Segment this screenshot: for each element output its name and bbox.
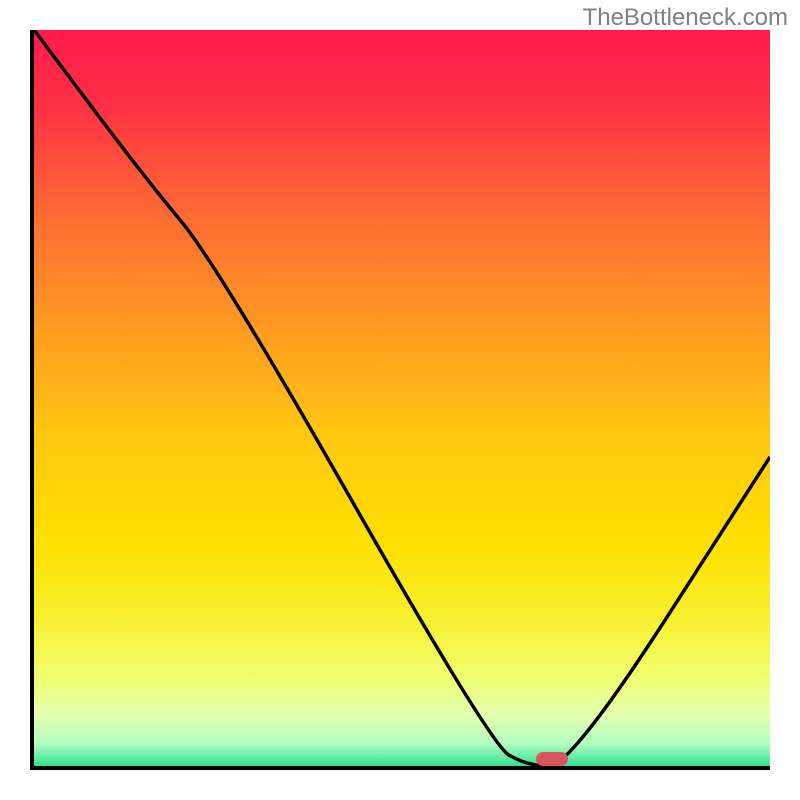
optimal-marker <box>536 752 568 766</box>
watermark-text: TheBottleneck.com <box>583 4 788 32</box>
curve-line <box>34 30 770 766</box>
chart-container: TheBottleneck.com <box>0 0 800 800</box>
plot-area <box>30 30 770 770</box>
